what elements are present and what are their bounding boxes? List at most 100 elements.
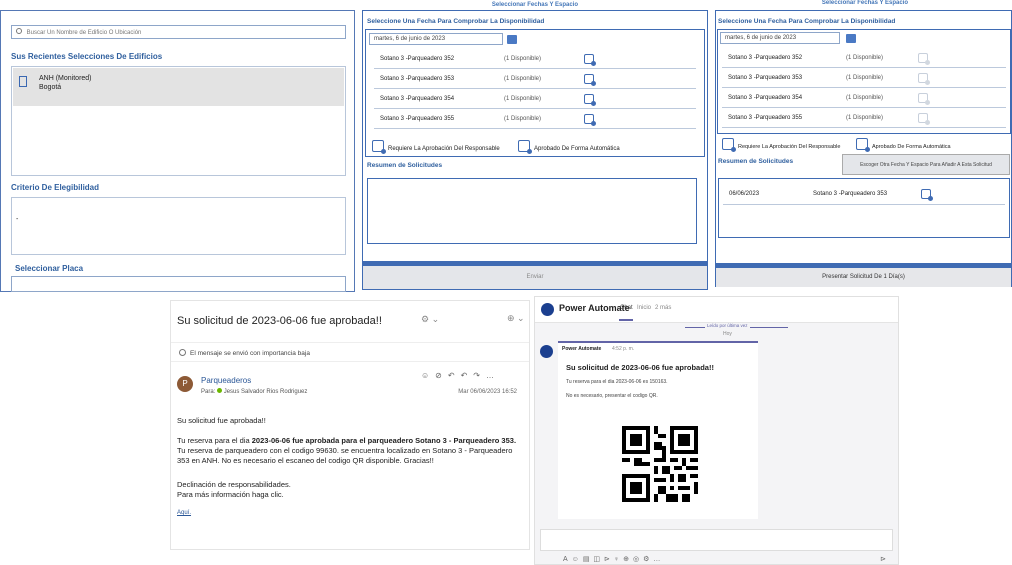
more-info-link[interactable]: Aquí. (177, 508, 522, 518)
plate-select[interactable] (11, 276, 346, 292)
criteria-title: Criterio De Elegibilidad (11, 183, 100, 192)
panel3-banner: Seleccionar Fechas Y Espacio (821, 0, 909, 6)
body-p2: Tu reserva para el dia 2023-06-06 fue ap… (177, 436, 517, 445)
building-panel: Buscar Un Nombre de Edificio O Ubicación… (0, 10, 355, 292)
building-city: Bogotá (39, 84, 62, 91)
availability-frame: martes, 6 de junio de 2023 Sotano 3 -Par… (365, 29, 705, 157)
importance-bar: El mensaje se envió con importancia baja (171, 342, 529, 362)
bot-time: 4:52 p. m. (612, 346, 635, 352)
calendar-icon[interactable] (507, 35, 517, 44)
card-line2: No es necesario, presentar el codigo QR. (566, 393, 658, 399)
space-row: Sotano 3 -Parqueadero 352 (1 Disponible) (722, 49, 1006, 68)
summary-row[interactable]: 06/06/2023 Sotano 3 -Parqueadero 353 (723, 183, 1005, 205)
email-subject: Su solicitud de 2023-06-06 fue aprobada!… (177, 315, 382, 327)
email-message: Su solicitud de 2023-06-06 fue aprobada!… (170, 300, 530, 550)
panel2-banner: Seleccionar Fechas Y Espacio (491, 2, 579, 8)
disabled-space-icon (918, 73, 930, 85)
auto-approved-icon[interactable] (584, 54, 596, 66)
building-name: ANH (Monitored) (39, 75, 92, 82)
submit-request-button[interactable]: Presentar Solicitud De 1 Día(s) (716, 268, 1011, 287)
tab-chat[interactable]: Chat (620, 305, 633, 311)
space-row: Sotano 3 -Parqueadero 354 (1 Disponible) (722, 89, 1006, 108)
email-date: Mar 06/06/2023 16:52 (458, 389, 517, 395)
summary-box (367, 178, 697, 244)
legend-approval: Requiere La Aprobación Del Responsable (388, 146, 500, 152)
auto-approved-icon (921, 188, 933, 201)
body-p4b: Para más información haga clic. (177, 490, 284, 499)
space-row: Sotano 3 -Parqueadero 355 (1 Disponible) (722, 109, 1006, 128)
send-button[interactable]: Enviar (363, 266, 707, 289)
compose-toolbar[interactable]: A☺▤◫⊳♀⊕◎⚙… (563, 555, 664, 563)
date-input[interactable]: martes, 6 de junio de 2023 (720, 32, 840, 44)
message-actions[interactable]: ☺⊘↶↶↷… (421, 371, 500, 380)
space-row[interactable]: Sotano 3 -Parqueadero 352 (1 Disponible) (374, 50, 696, 69)
recipient: Para: Jesus Salvador Rios Rodriguez (201, 388, 308, 395)
teams-header: Power Automate Chat Inicio 2 más (535, 297, 898, 323)
body-p3: Tu reserva de parqueadero con el codigo … (177, 446, 513, 465)
criteria-box: - (11, 197, 346, 255)
auto-approved-icon[interactable] (584, 114, 596, 126)
recent-buildings-title: Sus Recientes Selecciones De Edificios (11, 52, 163, 61)
summary-title: Resumen de Solicitudes (718, 158, 794, 165)
presence-dot (217, 388, 223, 393)
auto-approved-icon[interactable] (584, 74, 596, 86)
space-row: Sotano 3 -Parqueadero 353 (1 Disponible) (722, 69, 1006, 88)
recent-buildings-list: ANH (Monitored) Bogotá (11, 66, 346, 176)
disabled-space-icon (918, 93, 930, 105)
bot-sender: Power Automate (562, 346, 602, 352)
today-label: Hoy (723, 331, 732, 337)
email-body: Su solicitud fue aprobada!! Tu reserva p… (177, 416, 522, 518)
criteria-value: - (16, 216, 19, 223)
building-item[interactable]: ANH (Monitored) Bogotá (13, 68, 344, 106)
compose-box[interactable] (540, 529, 893, 551)
tab-more[interactable]: 2 más (655, 305, 671, 311)
message-card: Power Automate 4:52 p. m. Su solicitud d… (558, 341, 758, 519)
card-line1: Tu reserva para el dia 2023-06-06 es 150… (566, 379, 668, 385)
summary-date: 06/06/2023 (729, 190, 760, 197)
active-tab-underline (619, 319, 633, 321)
legend-auto: Aprobado De Forma Automática (534, 146, 620, 152)
approval-required-icon (372, 140, 386, 154)
availability-frame: martes, 6 de junio de 2023 Sotano 3 -Par… (717, 29, 1011, 134)
disabled-space-icon (918, 113, 930, 125)
teams-chat: Power Automate Chat Inicio 2 más Leído p… (534, 296, 899, 565)
calendar-icon[interactable] (846, 34, 856, 43)
summary-space: Sotano 3 -Parqueadero 353 (813, 190, 888, 197)
availability-heading: Seleccione Una Fecha Para Comprobar La D… (367, 18, 545, 25)
building-icon (19, 76, 27, 87)
tab-inicio[interactable]: Inicio (637, 305, 651, 311)
space-row[interactable]: Sotano 3 -Parqueadero 354 (1 Disponible) (374, 90, 696, 109)
zoom-icon[interactable]: ⊕ ⌄ (507, 313, 525, 324)
sender-name[interactable]: Parqueaderos (201, 376, 251, 385)
disabled-space-icon (918, 53, 930, 65)
info-icon (179, 349, 186, 356)
availability-panel-selected: Seleccione Una Fecha Para Comprobar La D… (715, 10, 1012, 287)
card-title: Su solicitud de 2023-06-06 fue aprobada!… (566, 363, 714, 372)
building-search-input[interactable]: Buscar Un Nombre de Edificio O Ubicación (11, 25, 346, 39)
avatar: P (177, 376, 193, 392)
plate-title: Seleccionar Placa (15, 264, 84, 273)
legend-approval: Requiere La Aprobación Del Responsable (738, 144, 841, 150)
last-read-label: Leído por última vez (705, 323, 750, 328)
legend-auto: Aprobado De Forma Automática (872, 144, 951, 150)
sensitivity-icon[interactable]: ⚙ ⌄ (421, 314, 439, 325)
send-icon[interactable]: ⊳ (880, 555, 886, 563)
power-automate-icon (541, 303, 554, 316)
space-row[interactable]: Sotano 3 -Parqueadero 355 (1 Disponible) (374, 110, 696, 129)
bot-avatar (540, 345, 553, 358)
summary-title: Resumen de Solicitudes (367, 162, 443, 169)
date-input[interactable]: martes, 6 de junio de 2023 (369, 33, 503, 45)
body-p4a: Declinación de responsabilidades. (177, 480, 291, 489)
auto-approved-legend-icon (518, 140, 532, 154)
space-row[interactable]: Sotano 3 -Parqueadero 353 (1 Disponible) (374, 70, 696, 89)
qr-code-image (622, 426, 698, 502)
availability-panel: Seleccione Una Fecha Para Comprobar La D… (362, 10, 708, 290)
auto-approved-legend-icon (856, 138, 870, 152)
body-line1: Su solicitud fue aprobada!! (177, 416, 266, 425)
summary-box: 06/06/2023 Sotano 3 -Parqueadero 353 (718, 178, 1010, 238)
approval-required-icon (722, 138, 736, 152)
add-another-button[interactable]: Escoger Otra Fecha Y Espacio Para Añadir… (842, 154, 1010, 175)
auto-approved-icon[interactable] (584, 94, 596, 106)
availability-heading: Seleccione Una Fecha Para Comprobar La D… (718, 18, 896, 25)
search-icon (16, 28, 22, 34)
